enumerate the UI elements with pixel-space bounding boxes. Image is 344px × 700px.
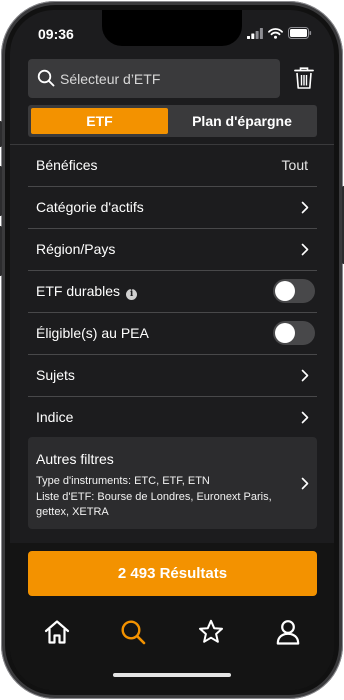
volume-up-button [0, 166, 2, 216]
chevron-right-icon [301, 411, 309, 424]
signal-icon [247, 27, 263, 39]
filter-row-indice[interactable]: Indice [28, 397, 317, 438]
search-input[interactable] [60, 59, 270, 98]
filter-label: Indice [36, 409, 74, 425]
filter-value: Tout [281, 157, 308, 173]
filter-label: Sujets [36, 367, 75, 383]
filter-row-durables: ETF durables i [28, 271, 317, 313]
wifi-icon [268, 27, 283, 39]
home-icon[interactable] [43, 618, 71, 646]
autres-filtres-card[interactable]: Autres filtres Type d'instruments: ETC, … [28, 437, 317, 529]
tab-plan-epargne[interactable]: Plan d'épargne [170, 108, 314, 134]
volume-down-button [0, 226, 2, 276]
status-icons [247, 27, 312, 39]
pea-toggle[interactable] [273, 321, 315, 345]
chevron-right-icon [301, 243, 309, 256]
search-box[interactable] [28, 59, 280, 98]
trash-icon[interactable] [293, 66, 315, 90]
home-indicator [113, 673, 231, 677]
toggle-knob [275, 281, 295, 301]
filter-row-benefices[interactable]: Bénéfices Tout [28, 145, 317, 187]
tab-etf[interactable]: ETF [31, 108, 168, 134]
mute-switch [0, 121, 2, 147]
filter-label-text: ETF durables [36, 283, 121, 299]
durables-toggle[interactable] [273, 279, 315, 303]
filter-label: Catégorie d'actifs [36, 199, 144, 215]
filter-label: Éligible(s) au PEA [36, 325, 149, 341]
app-screen: 09:36 Sélecteur d’ETF ETF Plan d'épargne… [10, 10, 334, 690]
status-bar: 09:36 [10, 10, 334, 56]
notch [102, 10, 242, 46]
filter-label: Bénéfices [36, 157, 98, 173]
search-icon[interactable] [119, 618, 147, 646]
autres-filtres-liste: Liste d'ETF: Bourse de Londres, Euronext… [36, 491, 272, 518]
filter-row-categorie[interactable]: Catégorie d'actifs [28, 187, 317, 229]
segmented-control: ETF Plan d'épargne [28, 105, 317, 137]
battery-icon [288, 27, 312, 39]
filter-row-sujets[interactable]: Sujets [28, 355, 317, 397]
filter-row-pea: Éligible(s) au PEA [28, 313, 317, 355]
user-icon[interactable] [274, 618, 302, 646]
chevron-right-icon [301, 477, 309, 490]
status-time: 09:36 [38, 26, 74, 42]
filter-row-region[interactable]: Région/Pays [28, 229, 317, 271]
star-icon[interactable] [197, 618, 225, 646]
chevron-right-icon [301, 369, 309, 382]
search-icon [37, 69, 55, 87]
filter-label: ETF durables i [36, 283, 138, 300]
info-icon[interactable]: i [126, 289, 138, 300]
autres-filtres-title: Autres filtres [36, 451, 114, 467]
bottom-nav [10, 608, 334, 690]
autres-filtres-instruments: Type d'instruments: ETC, ETF, ETN [36, 475, 210, 487]
filter-label: Région/Pays [36, 241, 116, 257]
toggle-knob [275, 323, 295, 343]
results-button[interactable]: 2 493 Résultats [28, 551, 317, 596]
chevron-right-icon [301, 201, 309, 214]
